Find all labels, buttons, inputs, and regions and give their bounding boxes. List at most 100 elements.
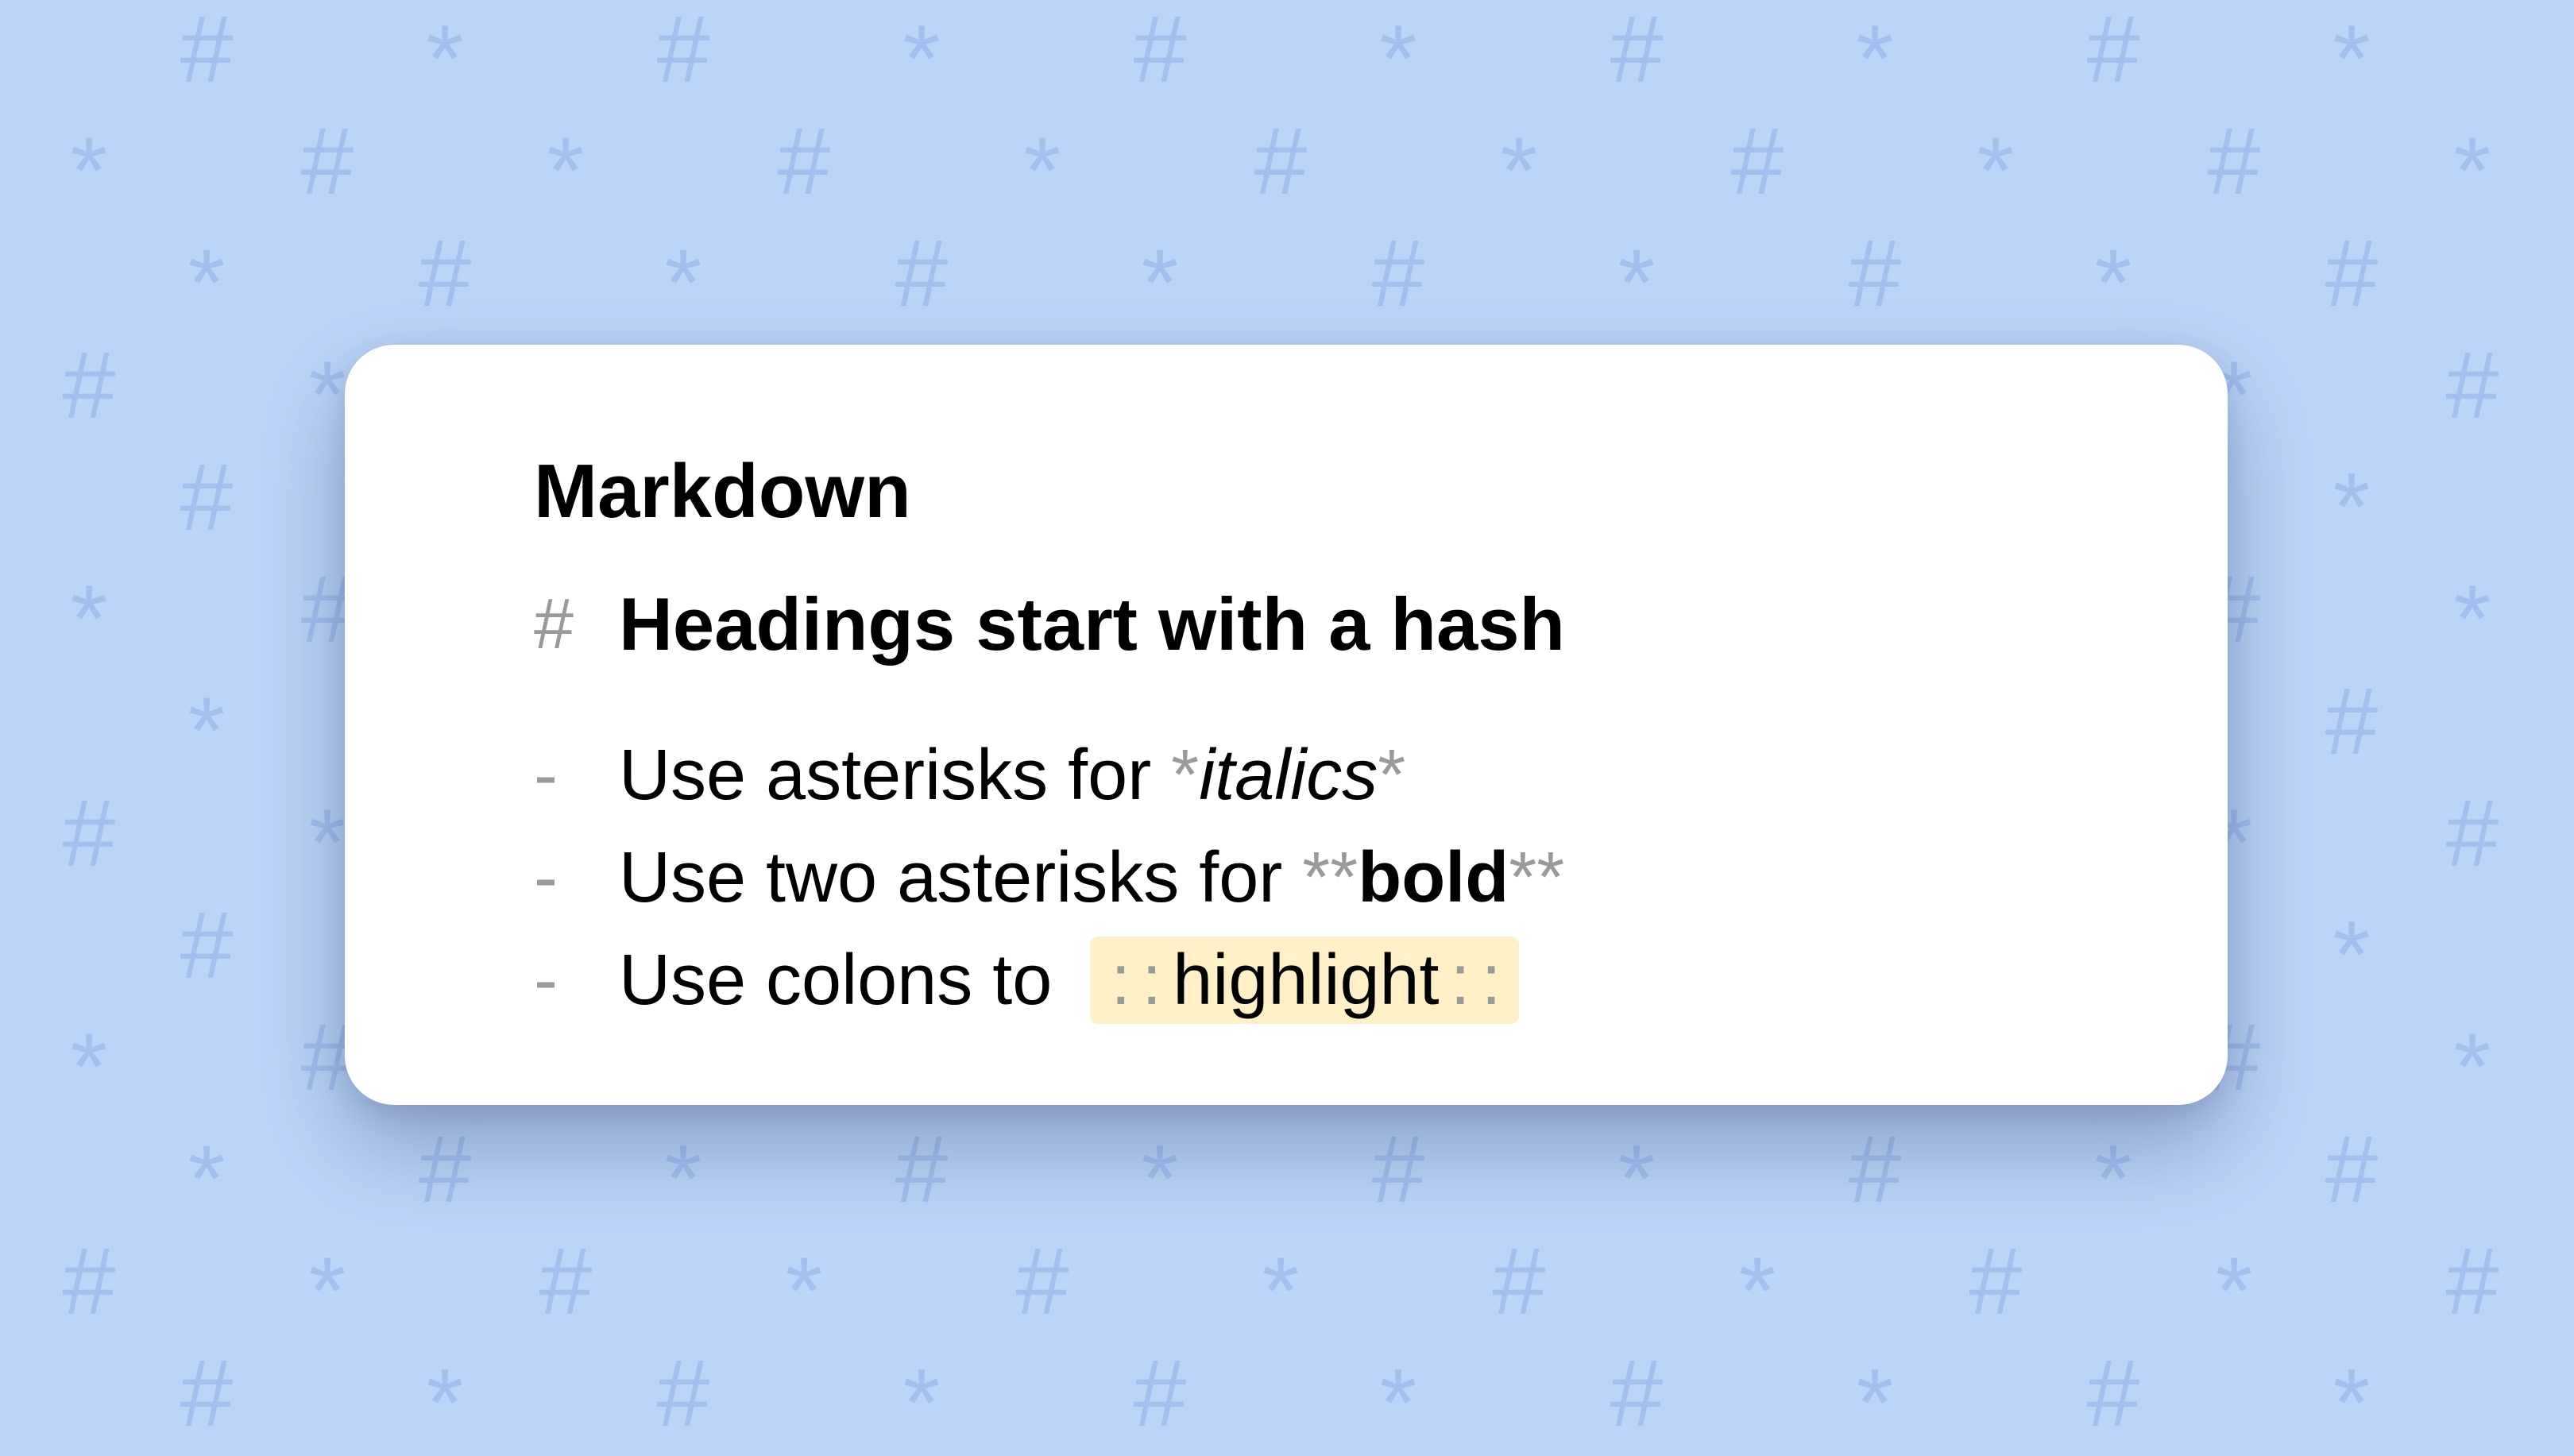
dash-marker: - (534, 837, 558, 917)
hash-pattern-icon: # (2325, 1116, 2379, 1222)
hash-pattern-icon: # (1730, 108, 1784, 214)
list-item-italics: - Use asterisks for * italics * (534, 728, 1405, 823)
heading-line: # Headings start with a hash (534, 577, 1565, 672)
hash-pattern-icon: # (180, 892, 234, 998)
asterisk-pattern-icon: * (2453, 118, 2491, 224)
asterisk-pattern-icon: * (1262, 1238, 1300, 1344)
asterisk-pattern-icon: * (70, 118, 108, 224)
highlight-text: highlight (1173, 940, 1440, 1020)
hash-pattern-icon: # (62, 780, 116, 886)
markdown-card: Markdown # Headings start with a hash - … (345, 345, 2228, 1105)
italic-text: italics (1199, 735, 1378, 815)
asterisk-pattern-icon: * (902, 1350, 941, 1456)
asterisk-pattern-icon: * (1500, 118, 1538, 224)
hash-pattern-icon: # (62, 332, 116, 438)
asterisk-pattern-icon: * (308, 1238, 346, 1344)
list-item-bold: - Use two asterisks for ** bold ** (534, 830, 1564, 925)
asterisk-pattern-icon: * (308, 790, 346, 896)
hash-pattern-icon: # (539, 1228, 593, 1334)
hash-pattern-icon: # (1848, 220, 1902, 326)
asterisk-pattern-icon: * (2332, 454, 2371, 560)
hash-pattern-icon: # (62, 1228, 116, 1334)
hash-pattern-icon: # (1254, 108, 1308, 214)
hash-pattern-icon: # (1610, 1340, 1664, 1446)
asterisk-pattern-icon: * (2094, 1126, 2132, 1232)
asterisk-pattern-icon: * (902, 6, 941, 112)
asterisk-pattern-icon: * (1023, 118, 1061, 224)
list-item-highlight: - Use colons to :: highlight :: (534, 933, 1519, 1028)
list-text: Use two asterisks for (619, 837, 1303, 917)
asterisk-open: * (1171, 735, 1200, 815)
asterisk-pattern-icon: * (2215, 1238, 2253, 1344)
hash-pattern-icon: # (656, 1340, 710, 1446)
hash-pattern-icon: # (2207, 108, 2261, 214)
hash-pattern-icon: # (1969, 1228, 2023, 1334)
hash-pattern-icon: # (895, 1116, 949, 1222)
asterisk-pattern-icon: * (70, 1014, 108, 1120)
hash-pattern-icon: # (1371, 1116, 1425, 1222)
heading-text: Headings start with a hash (619, 582, 1565, 666)
hash-pattern-icon: # (1015, 1228, 1069, 1334)
dash-marker: - (534, 940, 558, 1020)
asterisk-pattern-icon: * (2332, 1350, 2371, 1456)
asterisk-pattern-icon: * (1856, 6, 1894, 112)
hash-pattern-icon: # (1848, 1116, 1902, 1222)
colons-close: :: (1450, 940, 1513, 1020)
hash-pattern-icon: # (418, 220, 472, 326)
colons-open: :: (1111, 940, 1173, 1020)
hash-pattern-icon: # (2086, 1340, 2140, 1446)
asterisk-pattern-icon: * (187, 230, 226, 336)
list-text: Use asterisks for (619, 735, 1172, 815)
hash-pattern-icon: # (777, 108, 831, 214)
asterisks-close: ** (1509, 837, 1565, 917)
asterisk-pattern-icon: * (2453, 566, 2491, 672)
asterisk-pattern-icon: * (1617, 1126, 1656, 1232)
asterisk-pattern-icon: * (1379, 1350, 1417, 1456)
hash-pattern-icon: # (180, 1340, 234, 1446)
asterisk-pattern-icon: * (664, 1126, 702, 1232)
hash-pattern-icon: # (2445, 332, 2499, 438)
asterisk-pattern-icon: * (187, 1126, 226, 1232)
card-title: Markdown (534, 449, 911, 534)
asterisk-pattern-icon: * (1141, 1126, 1179, 1232)
asterisk-pattern-icon: * (1977, 118, 2015, 224)
asterisk-pattern-icon: * (2332, 902, 2371, 1008)
hash-marker: # (534, 584, 574, 664)
hash-pattern-icon: # (1610, 0, 1664, 102)
hash-pattern-icon: # (1371, 220, 1425, 326)
asterisk-pattern-icon: * (1856, 1350, 1894, 1456)
hash-pattern-icon: # (1133, 0, 1187, 102)
asterisk-pattern-icon: * (547, 118, 585, 224)
asterisk-pattern-icon: * (1141, 230, 1179, 336)
asterisk-pattern-icon: * (2332, 6, 2371, 112)
asterisk-pattern-icon: * (187, 678, 226, 784)
bold-text: bold (1358, 837, 1509, 917)
asterisk-pattern-icon: * (1738, 1238, 1776, 1344)
hash-pattern-icon: # (180, 0, 234, 102)
asterisk-pattern-icon: * (2453, 1014, 2491, 1120)
asterisk-pattern-icon: * (785, 1238, 823, 1344)
asterisks-open: ** (1302, 837, 1358, 917)
hash-pattern-icon: # (2325, 220, 2379, 326)
asterisk-pattern-icon: * (70, 566, 108, 672)
asterisk-pattern-icon: * (1379, 6, 1417, 112)
list-text: Use colons to (619, 940, 1053, 1020)
asterisk-pattern-icon: * (1617, 230, 1656, 336)
hash-pattern-icon: # (418, 1116, 472, 1222)
asterisk-pattern-icon: * (308, 342, 346, 448)
asterisk-pattern-icon: * (426, 6, 464, 112)
hash-pattern-icon: # (895, 220, 949, 326)
hash-pattern-icon: # (2325, 668, 2379, 774)
hash-pattern-icon: # (2445, 780, 2499, 886)
hash-pattern-icon: # (2086, 0, 2140, 102)
hash-pattern-icon: # (180, 444, 234, 550)
asterisk-pattern-icon: * (426, 1350, 464, 1456)
hash-pattern-icon: # (1492, 1228, 1546, 1334)
asterisk-pattern-icon: * (664, 230, 702, 336)
hash-pattern-icon: # (656, 0, 710, 102)
hash-pattern-icon: # (300, 108, 354, 214)
asterisk-pattern-icon: * (2094, 230, 2132, 336)
hash-pattern-icon: # (1133, 1340, 1187, 1446)
highlight-span: :: highlight :: (1090, 937, 1519, 1024)
dash-marker: - (534, 735, 558, 815)
